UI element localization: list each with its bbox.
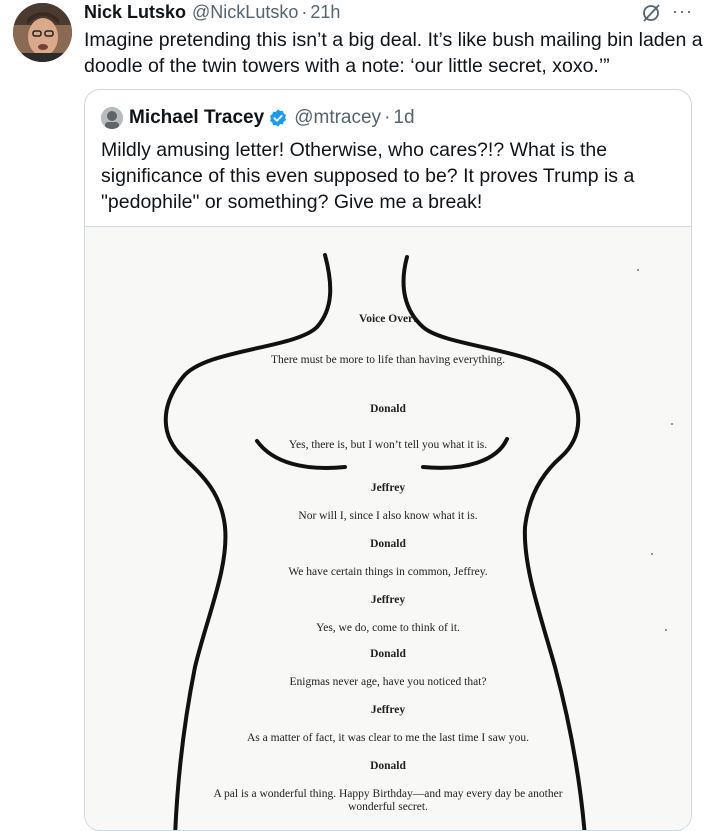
author-avatar[interactable]: [13, 3, 72, 62]
quote-header: Michael Tracey @mtracey · 1d: [101, 106, 415, 130]
separator-dot: ·: [301, 1, 308, 22]
quote-text: Mildly amusing letter! Otherwise, who ca…: [101, 139, 635, 213]
author-handle[interactable]: @NickLutsko: [192, 2, 298, 23]
letter-line: Yes, there is, but I won’t tell you what…: [288, 439, 488, 451]
letter-line: Donald: [370, 648, 406, 660]
letter-line: There must be more to life than having e…: [270, 354, 506, 366]
quote-author-handle[interactable]: @mtracey: [294, 107, 381, 129]
letter-line: Jeffrey: [370, 482, 406, 494]
letter-line: Yes, we do, come to think of it.: [316, 622, 460, 634]
letter-line: Jeffrey: [370, 594, 406, 606]
letter-line: wonderful secret.: [348, 801, 428, 813]
letter-line: As a matter of fact, it was clear to me …: [247, 732, 529, 744]
letter-line: Donald: [370, 403, 406, 415]
grok-icon[interactable]: [640, 2, 662, 24]
letter-line: Enigmas never age, have you noticed that…: [289, 676, 487, 688]
tweet-text: Imagine pretending this isn’t a big deal…: [84, 29, 703, 77]
author-name[interactable]: Nick Lutsko: [84, 2, 186, 23]
letter-line: Voice Over:: [358, 313, 417, 325]
letter-line: Nor will I, since I also know what it is…: [298, 510, 478, 522]
more-icon[interactable]: ···: [672, 2, 694, 22]
letter-image[interactable]: Voice Over: There must be more to life t…: [85, 226, 691, 830]
verified-badge-icon: [270, 109, 287, 127]
quote-author-name[interactable]: Michael Tracey: [129, 107, 264, 129]
tweet-header: Nick Lutsko @NickLutsko · 21h: [84, 0, 340, 24]
tweet-time[interactable]: 21h: [310, 2, 340, 23]
quoted-tweet[interactable]: Michael Tracey @mtracey · 1d Mildly amus…: [84, 89, 692, 831]
quote-author-avatar[interactable]: [101, 107, 123, 129]
quote-time[interactable]: 1d: [393, 107, 414, 129]
letter-text: Voice Over: There must be more to life t…: [85, 227, 691, 830]
letter-line: We have certain things in common, Jeffre…: [288, 566, 488, 578]
letter-line: Donald: [370, 538, 406, 550]
quote-separator-dot: ·: [384, 107, 391, 128]
letter-line: Jeffrey: [370, 704, 406, 716]
letter-line: Donald: [370, 760, 406, 772]
letter-line: A pal is a wonderful thing. Happy Birthd…: [213, 788, 563, 800]
